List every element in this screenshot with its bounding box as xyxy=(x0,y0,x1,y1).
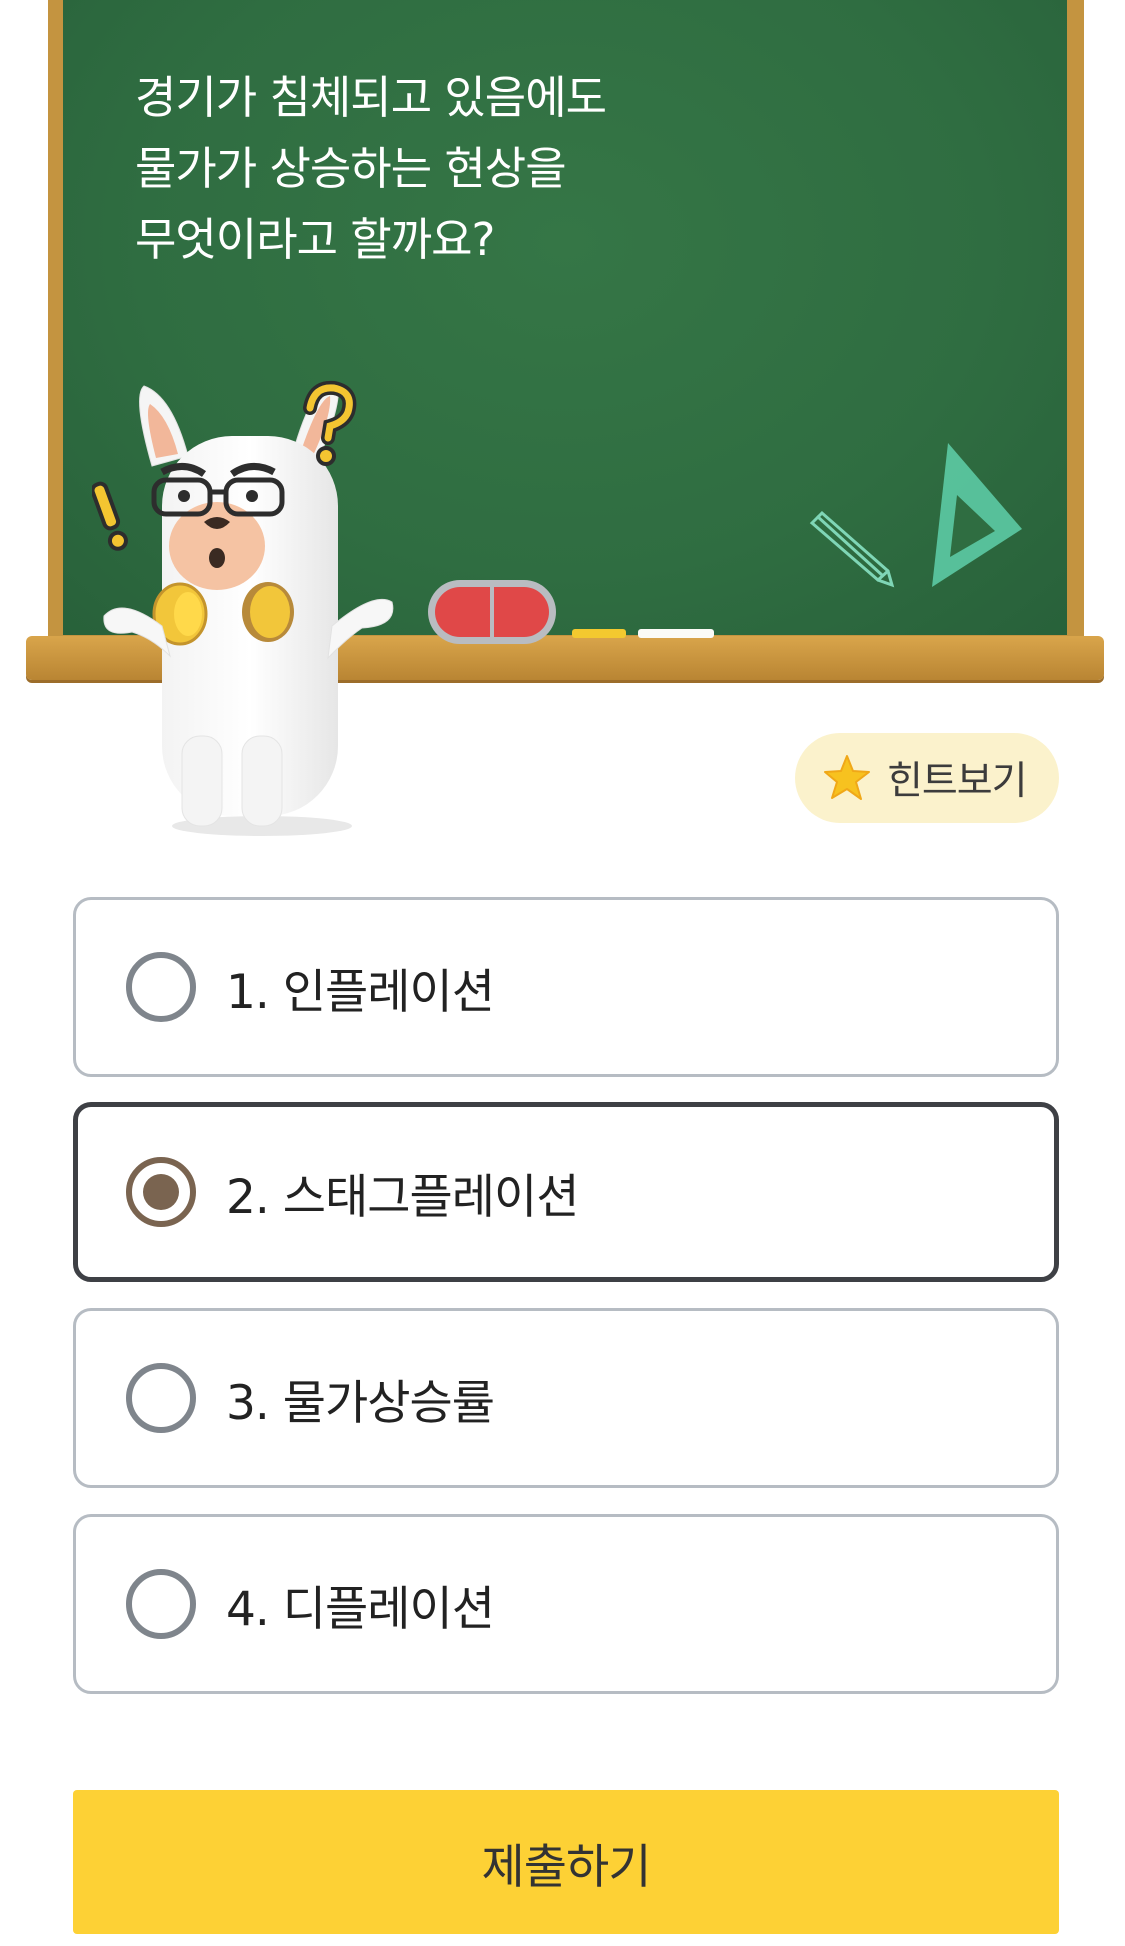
chalk-pencil-triangle-icon xyxy=(809,443,1022,588)
radio-button-unchecked[interactable] xyxy=(126,1569,196,1639)
answer-option-4[interactable]: 4. 디플레이션 xyxy=(73,1514,1059,1694)
submit-button[interactable]: 제출하기 xyxy=(73,1790,1059,1934)
white-chalk xyxy=(638,629,714,638)
radio-button-unchecked[interactable] xyxy=(126,1363,196,1433)
yellow-chalk xyxy=(572,629,626,638)
hint-label: 힌트보기 xyxy=(887,759,1028,804)
hint-button[interactable]: 힌트보기 xyxy=(795,733,1059,823)
chalkboard-eraser xyxy=(428,580,556,644)
answer-option-2[interactable]: 2. 스태그플레이션 xyxy=(73,1102,1059,1282)
answer-option-label: 3. 물가상승률 xyxy=(226,1375,495,1431)
answer-option-1[interactable]: 1. 인플레이션 xyxy=(73,897,1059,1077)
radio-button-checked[interactable] xyxy=(126,1157,196,1227)
star-icon xyxy=(824,755,870,800)
question-text: 경기가 침체되고 있음에도 물가가 상승하는 현상을 무엇이라고 할까요? xyxy=(135,71,607,266)
answer-option-label: 4. 디플레이션 xyxy=(226,1581,495,1637)
radio-dot-icon xyxy=(143,1174,179,1210)
answer-option-3[interactable]: 3. 물가상승률 xyxy=(73,1308,1059,1488)
quiz-page: 경기가 침체되고 있음에도 물가가 상승하는 현상을 무엇이라고 할까요? 힌트… xyxy=(0,0,1125,1946)
answer-option-label: 1. 인플레이션 xyxy=(226,964,495,1020)
llama-mascot-illustration xyxy=(92,380,394,836)
radio-button-unchecked[interactable] xyxy=(126,952,196,1022)
answer-option-label: 2. 스태그플레이션 xyxy=(226,1169,579,1225)
